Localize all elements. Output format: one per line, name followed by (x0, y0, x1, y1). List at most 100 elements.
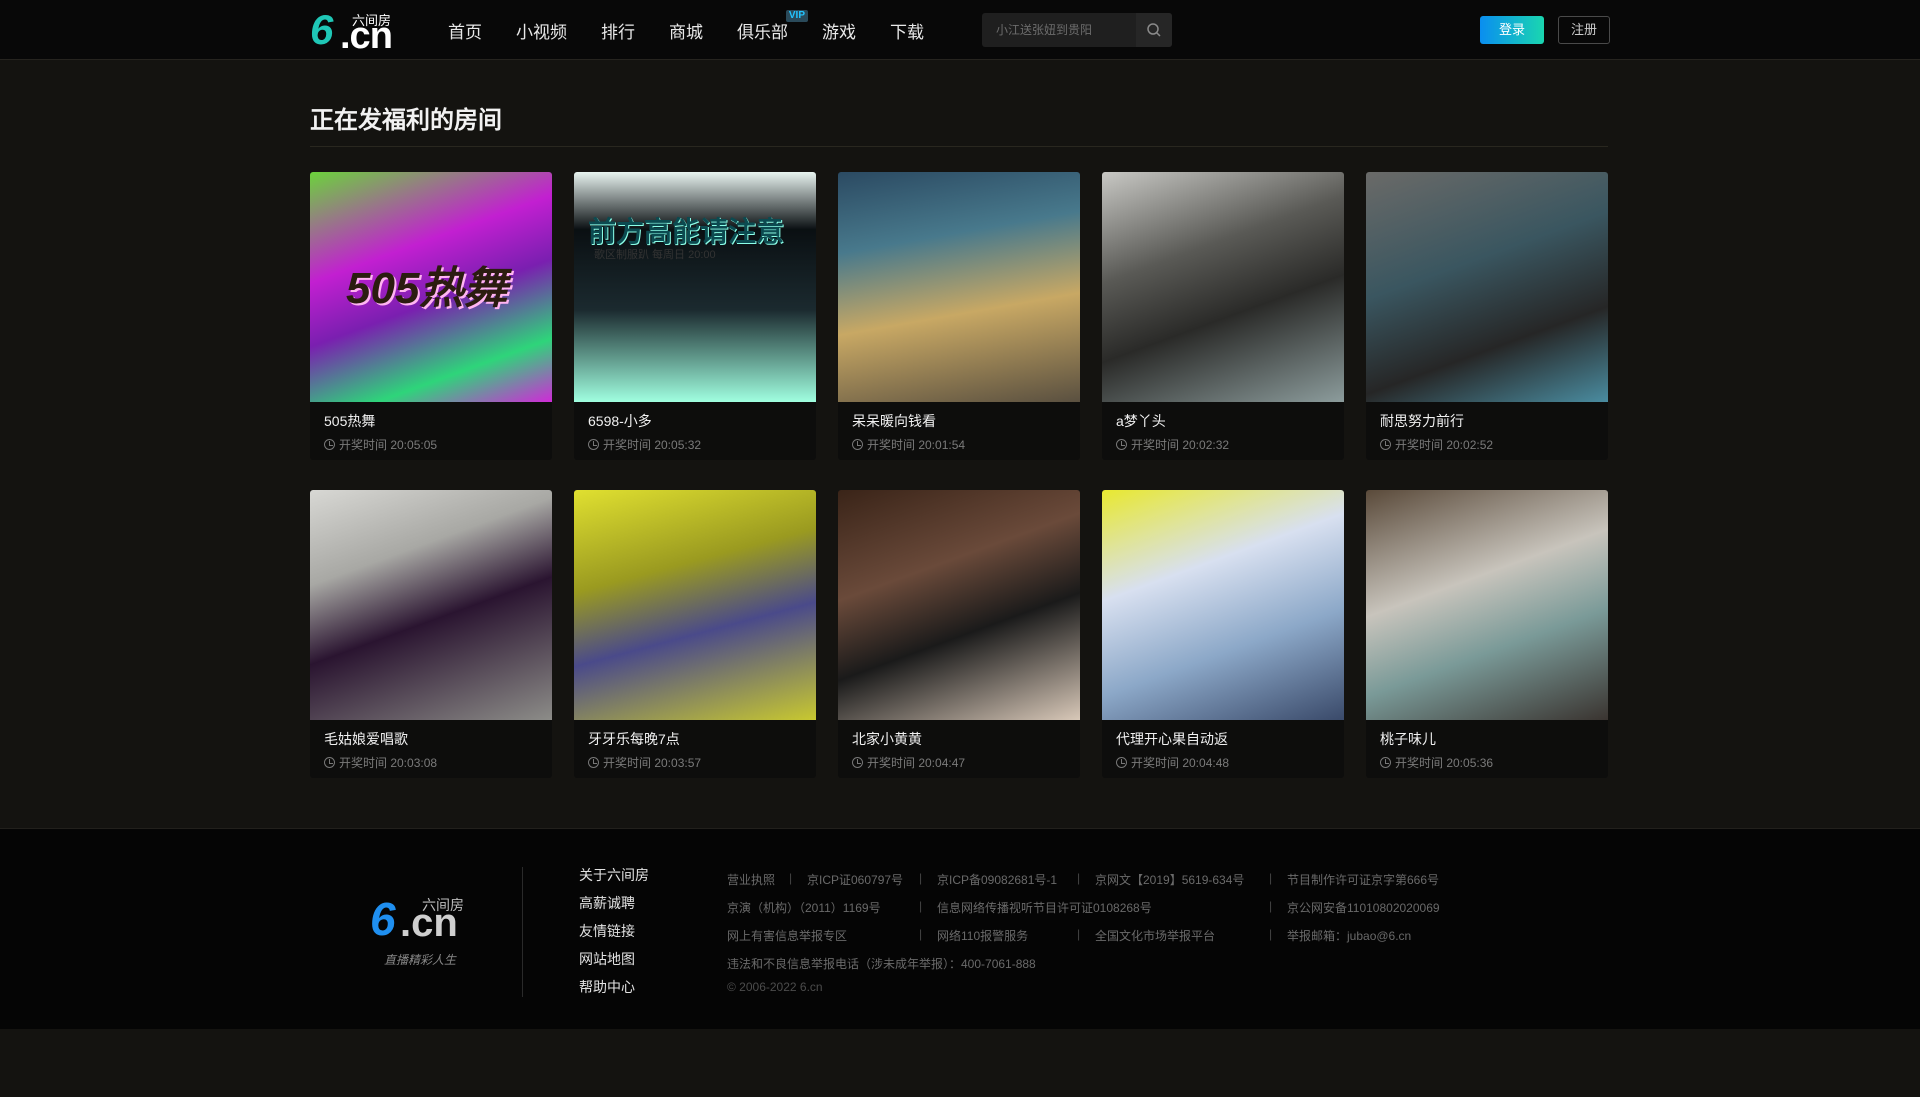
footer-slogan: 直播精彩人生 (384, 953, 457, 967)
clock-icon (852, 757, 863, 768)
icp-license[interactable]: 京ICP证060797号 (807, 871, 903, 888)
nav-club[interactable]: 俱乐部 VIP (737, 9, 808, 43)
program-license[interactable]: 节目制作许可证京字第666号 (1287, 871, 1439, 888)
room-thumbnail: 505热舞 (310, 172, 552, 402)
copyright: © 2006-2022 6.cn (727, 980, 823, 994)
business-license-link[interactable]: 营业执照 (727, 871, 775, 888)
clock-icon (588, 757, 599, 768)
footer-logo: 6 六间房 .cn 直播精彩人生 (370, 895, 480, 985)
clock-icon (1380, 757, 1391, 768)
draw-time: 开奖时间 20:03:08 (324, 754, 437, 771)
room-thumbnail (1102, 490, 1344, 720)
search-box (982, 13, 1172, 47)
footer-links: 关于六间房 高薪诚聘 友情链接 网站地图 帮助中心 (579, 865, 649, 1005)
thumbnail-caption: 前方高能请注意 (588, 216, 785, 247)
draw-time: 开奖时间 20:05:32 (588, 436, 701, 453)
room-name: 6598-小多 (588, 413, 652, 429)
footer-logo-domain: .cn (400, 901, 458, 945)
broadcast-license[interactable]: 信息网络传播视听节目许可证0108268号 (937, 899, 1152, 916)
room-thumbnail (574, 490, 816, 720)
room-thumbnail (838, 490, 1080, 720)
room-name: a梦丫头 (1116, 413, 1166, 429)
room-card[interactable]: 牙牙乐每晚7点 开奖时间 20:03:57 (574, 490, 816, 778)
clock-icon (588, 439, 599, 450)
draw-time: 开奖时间 20:01:54 (852, 436, 965, 453)
logo-domain: .cn (340, 15, 393, 57)
footer-link-jobs[interactable]: 高薪诚聘 (579, 893, 649, 921)
room-name: 505热舞 (324, 413, 376, 429)
vip-badge: VIP (785, 9, 808, 22)
search-button[interactable] (1136, 13, 1172, 47)
clock-icon (1116, 757, 1127, 768)
footer-link-friends[interactable]: 友情链接 (579, 921, 649, 949)
performance-license[interactable]: 京演（机构）（2011）1169号 (727, 899, 881, 916)
footer-link-help[interactable]: 帮助中心 (579, 977, 649, 1005)
footer-divider (522, 867, 523, 997)
room-name: 北家小黄黄 (852, 731, 922, 747)
room-card[interactable]: 505热舞 505热舞 开奖时间 20:05:05 (310, 172, 552, 460)
room-thumbnail (838, 172, 1080, 402)
clock-icon (1380, 439, 1391, 450)
room-thumbnail (310, 490, 552, 720)
page-title: 正在发福利的房间 (310, 107, 502, 134)
clock-icon (324, 757, 335, 768)
search-icon (1147, 23, 1161, 37)
nav-short-video[interactable]: 小视频 (516, 18, 567, 43)
room-card[interactable]: 北家小黄黄 开奖时间 20:04:47 (838, 490, 1080, 778)
report-hotline: 违法和不良信息举报电话（涉未成年举报）：400-7061-888 (727, 957, 1036, 971)
nav-home[interactable]: 首页 (448, 18, 482, 43)
nav-mall[interactable]: 商城 (669, 18, 703, 43)
site-footer: 6 六间房 .cn 直播精彩人生 关于六间房 高薪诚聘 友情链接 网站地图 帮助… (0, 828, 1920, 1029)
room-name: 牙牙乐每晚7点 (588, 731, 680, 747)
report-email: 举报邮箱：jubao@6.cn (1287, 929, 1412, 943)
harmful-info-report[interactable]: 网上有害信息举报专区 (727, 927, 847, 944)
footer-link-sitemap[interactable]: 网站地图 (579, 949, 649, 977)
clock-icon (324, 439, 335, 450)
draw-time: 开奖时间 20:05:05 (324, 436, 437, 453)
culture-license[interactable]: 京网文【2019】5619-634号 (1095, 871, 1244, 888)
search-input[interactable] (982, 13, 1136, 47)
room-card[interactable]: 呆呆暖向钱看 开奖时间 20:01:54 (838, 172, 1080, 460)
login-button[interactable]: 登录 (1480, 16, 1544, 44)
room-thumbnail (1366, 172, 1608, 402)
draw-time: 开奖时间 20:03:57 (588, 754, 701, 771)
clock-icon (852, 439, 863, 450)
draw-time: 开奖时间 20:05:36 (1380, 754, 1493, 771)
draw-time: 开奖时间 20:04:47 (852, 754, 965, 771)
police-110-service[interactable]: 网络110报警服务 (937, 927, 1028, 944)
room-card[interactable]: 桃子味儿 开奖时间 20:05:36 (1366, 490, 1608, 778)
draw-time: 开奖时间 20:02:32 (1116, 436, 1229, 453)
room-name: 耐思努力前行 (1380, 413, 1464, 429)
police-record[interactable]: 京公网安备11010802020069 (1287, 899, 1440, 916)
thumbnail-subcaption: 歌区制服趴 每周日 20:00 (594, 249, 716, 261)
room-name: 桃子味儿 (1380, 731, 1436, 747)
title-divider (310, 146, 1608, 147)
thumbnail-caption: 505热舞 (346, 264, 508, 313)
footer-logo-mark: 6 (370, 893, 396, 945)
register-button[interactable]: 注册 (1558, 16, 1610, 44)
footer-link-about[interactable]: 关于六间房 (579, 865, 649, 893)
site-logo[interactable]: 6 六间房 .cn (310, 6, 400, 57)
nav-games[interactable]: 游戏 (822, 18, 856, 43)
logo-mark: 6 (310, 6, 334, 53)
top-navbar: 6 六间房 .cn 首页 小视频 排行 商城 俱乐部 VIP 游戏 下载 登录 … (0, 0, 1920, 60)
draw-time: 开奖时间 20:02:52 (1380, 436, 1493, 453)
main-nav: 首页 小视频 排行 商城 俱乐部 VIP 游戏 下载 (448, 0, 958, 60)
nav-ranking[interactable]: 排行 (601, 18, 635, 43)
room-thumbnail (1102, 172, 1344, 402)
icp-record[interactable]: 京ICP备09082681号-1 (937, 871, 1057, 888)
room-card[interactable]: 代理开心果自动返 开奖时间 20:04:48 (1102, 490, 1344, 778)
room-name: 呆呆暖向钱看 (852, 413, 936, 429)
nav-download[interactable]: 下载 (890, 18, 924, 43)
clock-icon (1116, 439, 1127, 450)
nav-club-label: 俱乐部 (737, 22, 788, 42)
room-card[interactable]: a梦丫头 开奖时间 20:02:32 (1102, 172, 1344, 460)
room-card[interactable]: 毛姑娘爱唱歌 开奖时间 20:03:08 (310, 490, 552, 778)
culture-market-report[interactable]: 全国文化市场举报平台 (1095, 927, 1215, 944)
room-name: 毛姑娘爱唱歌 (324, 731, 408, 747)
room-card[interactable]: 耐思努力前行 开奖时间 20:02:52 (1366, 172, 1608, 460)
room-card[interactable]: 前方高能请注意 歌区制服趴 每周日 20:00 6598-小多 开奖时间 20:… (574, 172, 816, 460)
room-thumbnail: 前方高能请注意 歌区制服趴 每周日 20:00 (574, 172, 816, 402)
draw-time: 开奖时间 20:04:48 (1116, 754, 1229, 771)
room-name: 代理开心果自动返 (1116, 731, 1228, 747)
